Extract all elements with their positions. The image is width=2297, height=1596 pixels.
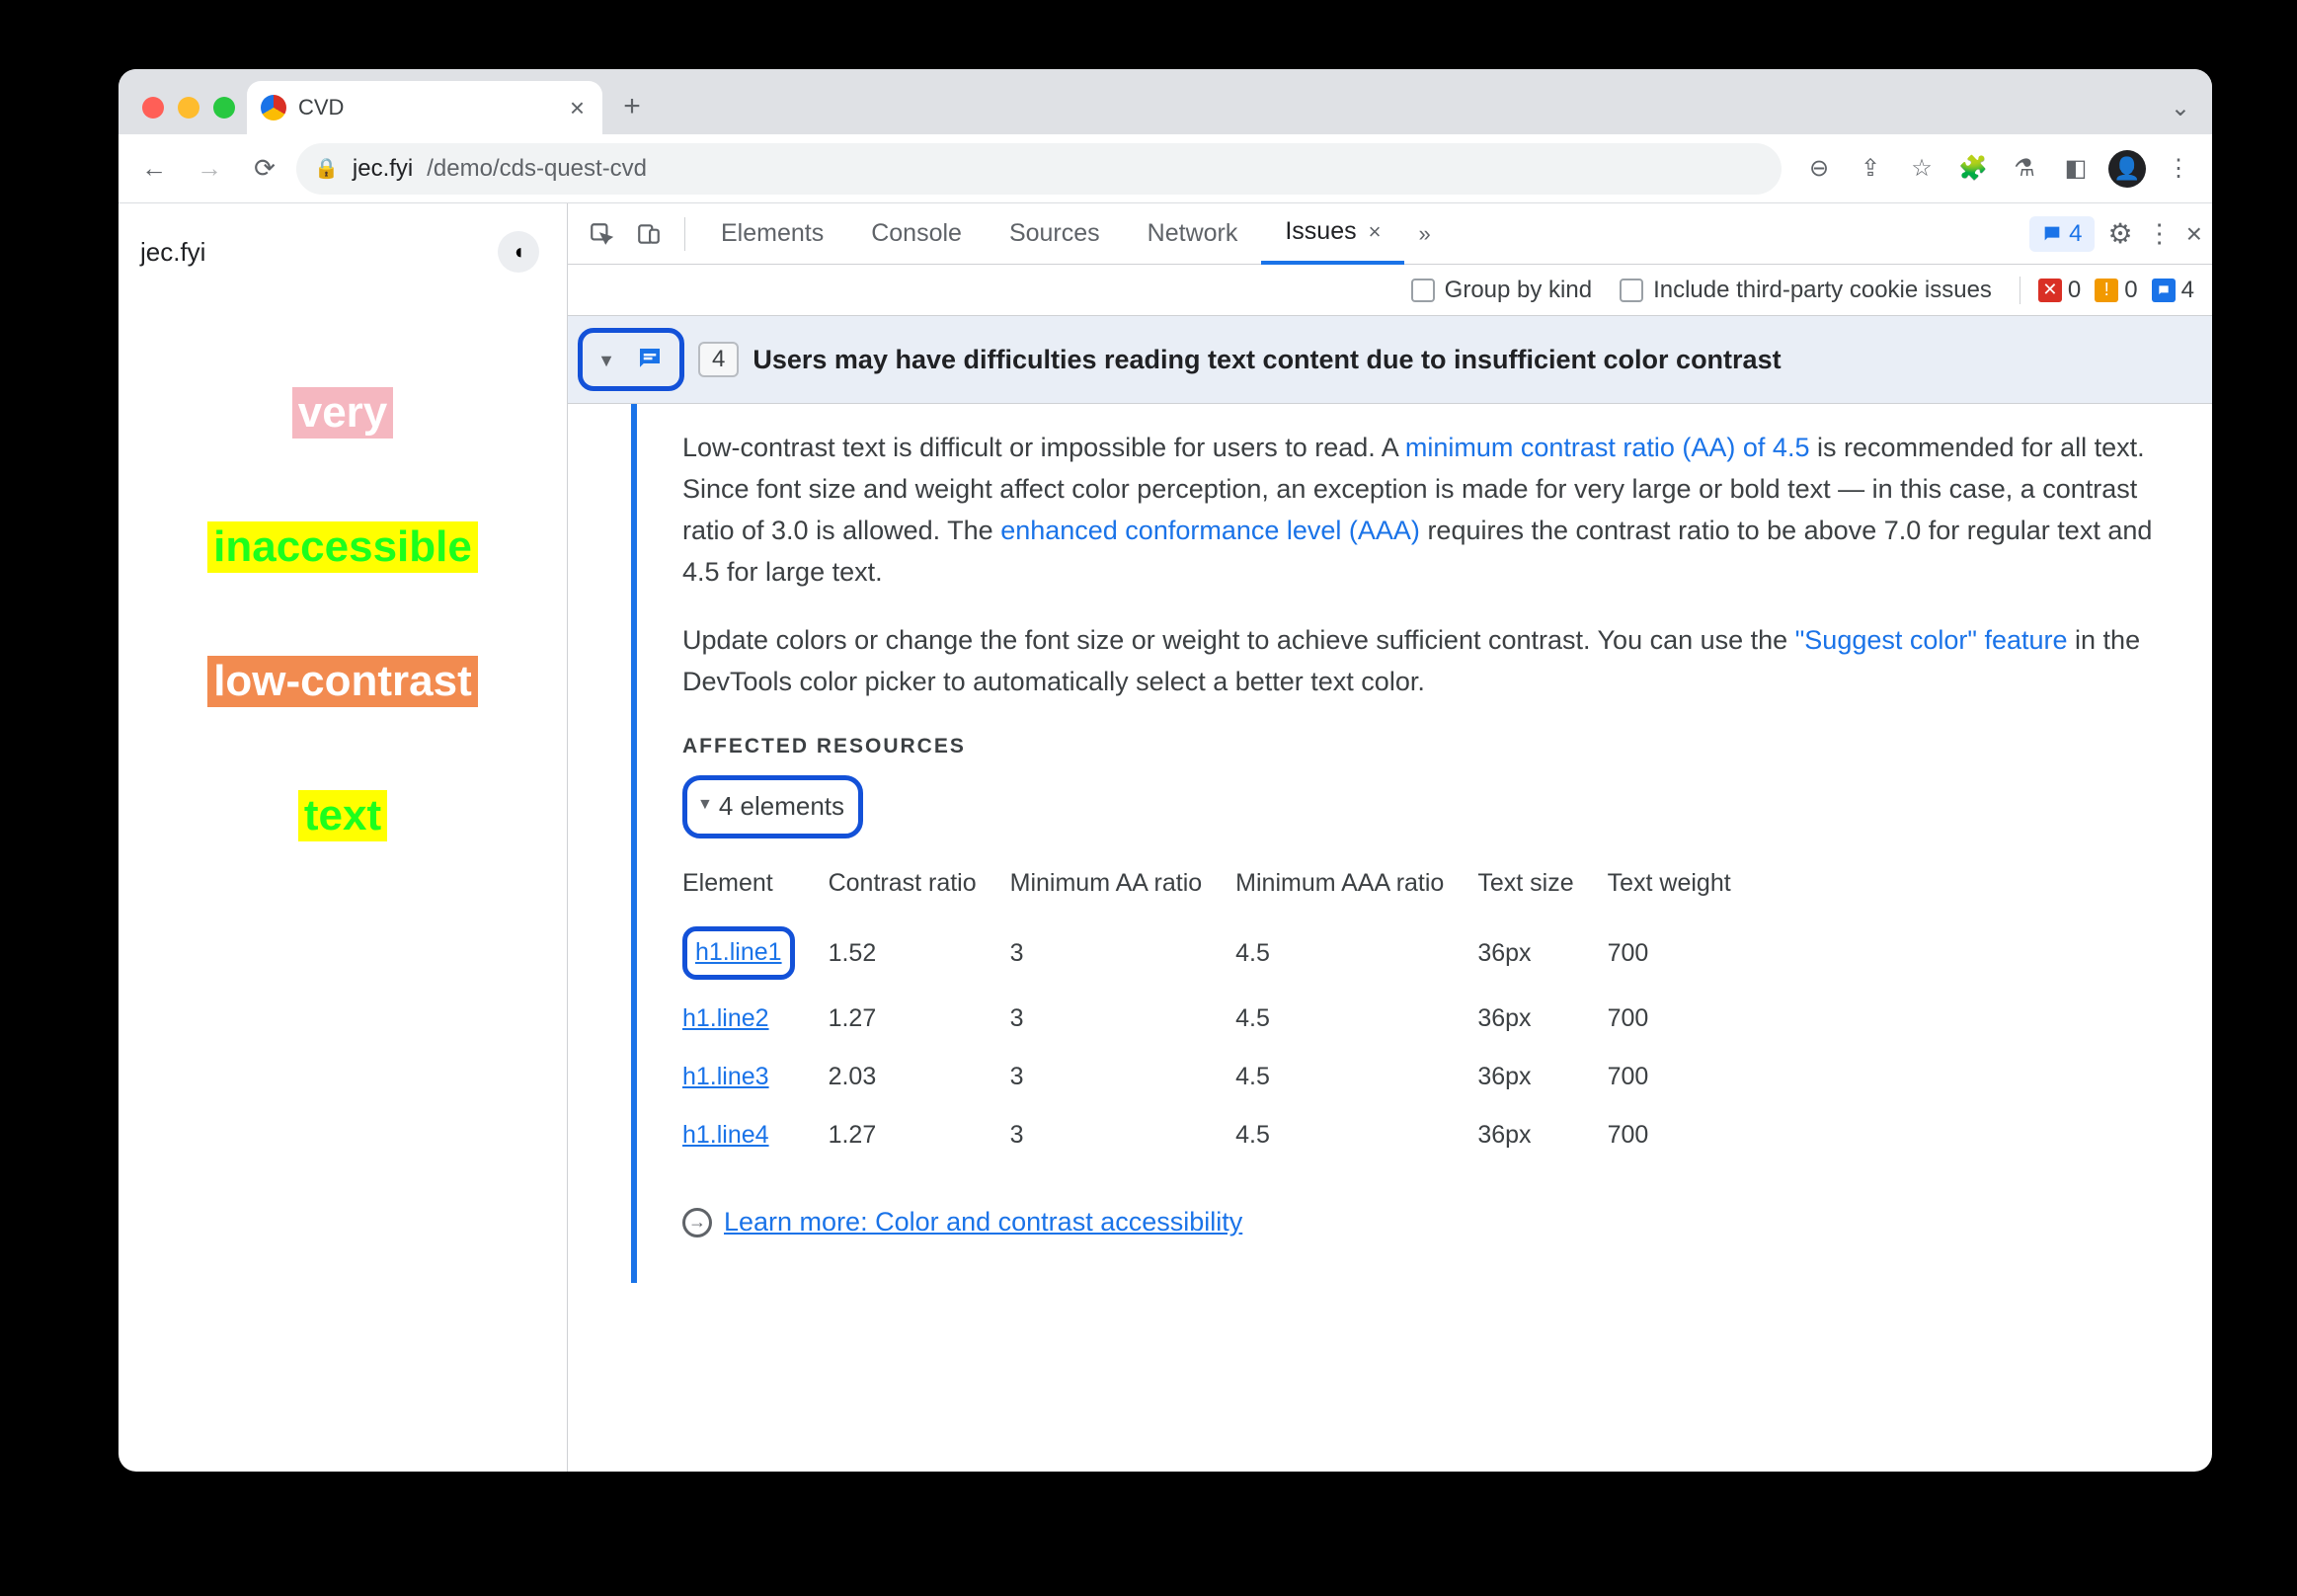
highlight-first-element: h1.line1: [682, 926, 795, 981]
share-icon[interactable]: ⇪: [1849, 147, 1892, 191]
address-bar[interactable]: 🔒 jec.fyi/demo/cds-quest-cvd: [296, 143, 1782, 195]
learn-more-row: → Learn more: Color and contrast accessi…: [682, 1202, 2173, 1243]
tab-issues[interactable]: Issues ×: [1261, 203, 1404, 265]
col-textsize: Text size: [1477, 856, 1607, 917]
expand-icon[interactable]: ▼: [591, 345, 622, 376]
warning-count: !0: [2095, 277, 2137, 304]
menu-button[interactable]: ⋮: [2157, 147, 2200, 191]
link-suggest-color[interactable]: "Suggest color" feature: [1795, 625, 2068, 655]
more-tabs-button[interactable]: »: [1404, 221, 1444, 247]
message-icon: [630, 339, 670, 378]
issue-count-pill: 4: [698, 342, 739, 377]
devtools-panel: Elements Console Sources Network Issues …: [568, 203, 2212, 1472]
element-link[interactable]: h1.line3: [682, 1063, 769, 1090]
close-devtools-icon[interactable]: ×: [2186, 218, 2202, 250]
link-aa-ratio[interactable]: minimum contrast ratio (AA) of 4.5: [1405, 433, 1810, 462]
col-aa: Minimum AA ratio: [1010, 856, 1236, 917]
browser-tab[interactable]: CVD ×: [247, 81, 602, 134]
minimize-window-button[interactable]: [178, 97, 199, 119]
inspect-icon[interactable]: [578, 210, 625, 258]
rendered-page: jec.fyi ◖ very inaccessible low-contrast…: [119, 203, 568, 1472]
demo-lines: very inaccessible low-contrast text: [207, 387, 478, 841]
settings-icon[interactable]: ⚙: [2108, 217, 2133, 250]
sidepanel-icon[interactable]: ◧: [2054, 147, 2098, 191]
highlight-issue-icon: ▼: [578, 328, 684, 391]
avatar-icon: 👤: [2108, 150, 2146, 188]
device-icon[interactable]: [625, 210, 673, 258]
third-party-checkbox[interactable]: Include third-party cookie issues: [1620, 277, 1992, 304]
element-link[interactable]: h1.line2: [682, 1004, 769, 1032]
back-button[interactable]: ←: [130, 145, 178, 193]
toolbar: ← → ⟳ 🔒 jec.fyi/demo/cds-quest-cvd ⊖ ⇪ ☆…: [119, 134, 2212, 203]
info-count: 4: [2152, 277, 2194, 304]
affected-elements-table: Element Contrast ratio Minimum AA ratio …: [682, 856, 1765, 1164]
highlight-elements-toggle[interactable]: ▼ 4 elements: [682, 775, 863, 838]
element-link[interactable]: h1.line1: [695, 938, 782, 966]
issue-title: Users may have difficulties reading text…: [752, 345, 1781, 375]
error-count: ✕0: [2038, 277, 2081, 304]
zoom-icon[interactable]: ⊖: [1797, 147, 1841, 191]
url-host: jec.fyi: [353, 155, 413, 183]
demo-line-3: low-contrast: [207, 656, 478, 707]
issues-filter-bar: Group by kind Include third-party cookie…: [568, 265, 2212, 316]
issue-body: Low-contrast text is difficult or imposs…: [568, 404, 2212, 1283]
table-row: h1.line1 1.52 3 4.5 36px 700: [682, 917, 1765, 991]
demo-line-1: very: [292, 387, 394, 439]
demo-line-2: inaccessible: [207, 521, 478, 573]
forward-button[interactable]: →: [186, 145, 233, 193]
content-area: jec.fyi ◖ very inaccessible low-contrast…: [119, 203, 2212, 1472]
link-aaa-level[interactable]: enhanced conformance level (AAA): [1000, 516, 1420, 545]
tab-title: CVD: [298, 95, 344, 120]
close-panel-icon[interactable]: ×: [1369, 219, 1382, 245]
tab-console[interactable]: Console: [847, 203, 986, 265]
toolbar-right: ⊖ ⇪ ☆ 🧩 ⚗ ◧ 👤 ⋮: [1797, 147, 2200, 191]
lock-icon: 🔒: [314, 156, 339, 181]
tab-list-button[interactable]: ⌄: [2171, 94, 2190, 122]
bookmark-icon[interactable]: ☆: [1900, 147, 1943, 191]
element-link[interactable]: h1.line4: [682, 1121, 769, 1149]
favicon-icon: [261, 95, 286, 120]
table-row: h1.line3 2.03 3 4.5 36px 700: [682, 1048, 1765, 1106]
site-label: jec.fyi: [140, 237, 205, 268]
table-row: h1.line2 1.27 3 4.5 36px 700: [682, 990, 1765, 1048]
extensions-icon[interactable]: 🧩: [1951, 147, 1995, 191]
col-aaa: Minimum AAA ratio: [1235, 856, 1477, 917]
new-tab-button[interactable]: +: [612, 87, 652, 126]
issue-header[interactable]: ▼ 4 Users may have difficulties reading …: [568, 316, 2212, 404]
demo-line-4: text: [298, 790, 387, 841]
col-textweight: Text weight: [1608, 856, 1765, 917]
browser-window: CVD × + ⌄ ← → ⟳ 🔒 jec.fyi/demo/cds-quest…: [119, 69, 2212, 1472]
learn-more-link[interactable]: Learn more: Color and contrast accessibi…: [724, 1202, 1242, 1243]
group-by-kind-checkbox[interactable]: Group by kind: [1411, 277, 1592, 304]
table-row: h1.line4 1.27 3 4.5 36px 700: [682, 1106, 1765, 1164]
arrow-circle-icon: →: [682, 1208, 712, 1237]
col-element: Element: [682, 856, 829, 917]
tab-network[interactable]: Network: [1124, 203, 1262, 265]
profile-button[interactable]: 👤: [2105, 147, 2149, 191]
issues-count-chip[interactable]: 4: [2029, 216, 2094, 252]
devtools-menu-icon[interactable]: ⋮: [2147, 218, 2173, 249]
window-controls: [142, 97, 235, 119]
url-path: /demo/cds-quest-cvd: [427, 155, 647, 183]
tab-elements[interactable]: Elements: [697, 203, 847, 265]
chevron-down-icon: ▼: [697, 793, 713, 818]
issue-paragraph-1: Low-contrast text is difficult or imposs…: [682, 428, 2173, 593]
close-tab-button[interactable]: ×: [570, 93, 585, 123]
affected-resources-header: AFFECTED RESOURCES: [682, 731, 2173, 763]
col-contrast: Contrast ratio: [829, 856, 1010, 917]
reload-button[interactable]: ⟳: [241, 145, 288, 193]
tab-sources[interactable]: Sources: [986, 203, 1124, 265]
issue-counts: ✕0 !0 4: [2020, 277, 2194, 304]
theme-toggle[interactable]: ◖: [498, 231, 539, 273]
close-window-button[interactable]: [142, 97, 164, 119]
labs-icon[interactable]: ⚗: [2003, 147, 2046, 191]
tab-strip: CVD × + ⌄: [119, 69, 2212, 134]
page-header: jec.fyi ◖: [119, 221, 567, 273]
devtools-tabstrip: Elements Console Sources Network Issues …: [568, 203, 2212, 265]
issue-paragraph-2: Update colors or change the font size or…: [682, 620, 2173, 703]
maximize-window-button[interactable]: [213, 97, 235, 119]
